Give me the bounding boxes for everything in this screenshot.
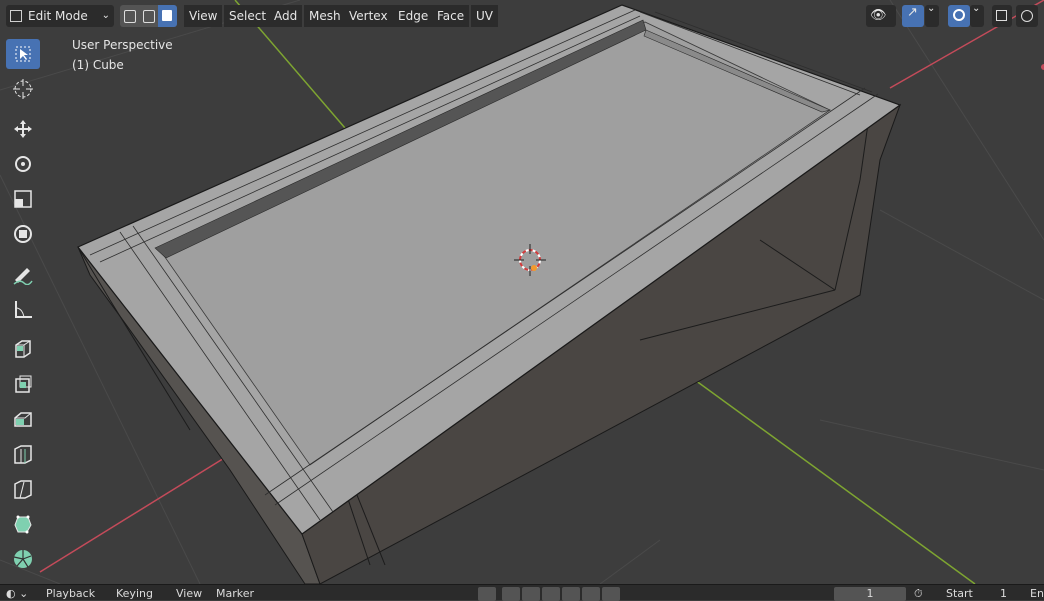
menu-face[interactable]: Face (432, 5, 470, 27)
tool-extrude-region[interactable] (6, 369, 40, 399)
timeline-menu-marker[interactable]: Marker (216, 587, 254, 601)
menu-uv[interactable]: UV (471, 5, 498, 27)
mode-selector[interactable]: Edit Mode ⌄ (6, 5, 114, 27)
jump-end-button[interactable] (602, 587, 620, 601)
cursor-icon (13, 79, 33, 99)
start-frame-label: Start (946, 587, 973, 600)
transform-icon (14, 225, 32, 243)
play-reverse-button[interactable] (542, 587, 560, 601)
inset-faces-icon (14, 412, 32, 427)
eye-icon: 👁 (870, 8, 887, 23)
tool-knife[interactable] (6, 509, 40, 539)
perspective-label: User Perspective (72, 38, 173, 52)
edit-mode-icon (10, 10, 22, 22)
3d-viewport[interactable]: User Perspective (1) Cube (0, 0, 1044, 584)
bevel-icon (14, 445, 32, 464)
knife-icon (14, 515, 32, 534)
menu-mesh[interactable]: Mesh (304, 5, 346, 27)
extrude-region-icon (15, 375, 32, 393)
tool-spin[interactable] (6, 544, 40, 574)
menu-edge[interactable]: Edge (393, 5, 434, 27)
play-button[interactable] (562, 587, 580, 601)
visibility-dropdown[interactable]: 👁 (866, 5, 896, 27)
loop-cut-icon (14, 480, 32, 499)
xray-icon (996, 10, 1007, 21)
vertex-select-icon (124, 10, 136, 23)
next-keyframe-button[interactable] (582, 587, 600, 601)
annotate-icon (13, 268, 33, 285)
menu-add[interactable]: Add (269, 5, 303, 27)
record-button[interactable] (478, 587, 496, 601)
move-icon (14, 120, 32, 138)
edge-select-mode-button[interactable] (139, 5, 158, 27)
current-frame-field[interactable]: 1 (834, 587, 906, 601)
spin-icon (13, 550, 32, 568)
timeline-editor-icon[interactable]: ◐ ⌄ (6, 587, 28, 601)
start-frame-value[interactable]: 1 (1000, 587, 1007, 601)
timeline-menu-playback[interactable]: Playback (46, 587, 95, 601)
tool-loop-cut[interactable] (6, 474, 40, 504)
face-select-icon (162, 10, 172, 21)
tool-scale[interactable] (6, 184, 40, 214)
overlays-toggle[interactable] (948, 5, 970, 27)
tool-move[interactable] (6, 114, 40, 144)
jump-start-button[interactable] (502, 587, 520, 601)
tool-annotate[interactable] (6, 259, 40, 289)
scale-icon (14, 190, 32, 208)
tool-measure[interactable] (6, 294, 40, 324)
menu-view[interactable]: View (184, 5, 223, 27)
timeline-menu-keying[interactable]: Keying (116, 587, 153, 601)
chevron-down-icon: ⌄ (101, 10, 110, 21)
mode-label: Edit Mode (28, 9, 88, 23)
end-frame-label: En (1030, 587, 1044, 600)
vertex-select-mode-button[interactable] (120, 5, 139, 27)
menu-select[interactable]: Select (224, 5, 272, 27)
tool-rotate[interactable] (6, 149, 40, 179)
add-cube-icon (15, 340, 31, 358)
tool-select-box[interactable] (6, 39, 40, 69)
timeline-header: ◐ ⌄ Playback Keying View Marker 1 ⏱ Star… (0, 584, 1044, 601)
stopwatch-icon[interactable]: ⏱ (914, 587, 923, 601)
overlays-icon (953, 9, 965, 21)
chevron-down-icon: ⌄ (972, 3, 981, 14)
tool-bevel[interactable] (6, 439, 40, 469)
rotate-icon (15, 156, 31, 172)
tool-add-cube[interactable] (6, 334, 40, 364)
menu-vertex[interactable]: Vertex (344, 5, 393, 27)
select-box-icon (15, 46, 31, 62)
prev-keyframe-button[interactable] (522, 587, 540, 601)
tool-inset-faces[interactable] (6, 404, 40, 434)
object-label: (1) Cube (72, 58, 124, 72)
gizmo-toggle[interactable]: ↗ (902, 5, 924, 27)
overlays-dropdown[interactable]: ⌄ (970, 3, 984, 27)
viewport-header: Edit Mode ⌄ View Select Add Mesh Vertex … (0, 0, 1044, 32)
gizmo-dropdown[interactable]: ⌄ (925, 3, 939, 27)
tool-cursor[interactable] (6, 74, 40, 104)
gizmo-icon: ↗ (907, 5, 918, 20)
measure-icon (15, 301, 32, 318)
edge-select-icon (143, 10, 155, 23)
face-select-mode-button[interactable] (158, 5, 177, 27)
wireframe-sphere-icon (1021, 10, 1033, 22)
tool-transform[interactable] (6, 219, 40, 249)
chevron-down-icon: ⌄ (927, 3, 936, 14)
timeline-menu-view[interactable]: View (176, 587, 202, 601)
xray-toggle[interactable] (992, 5, 1012, 27)
shading-wireframe-button[interactable] (1016, 5, 1038, 27)
